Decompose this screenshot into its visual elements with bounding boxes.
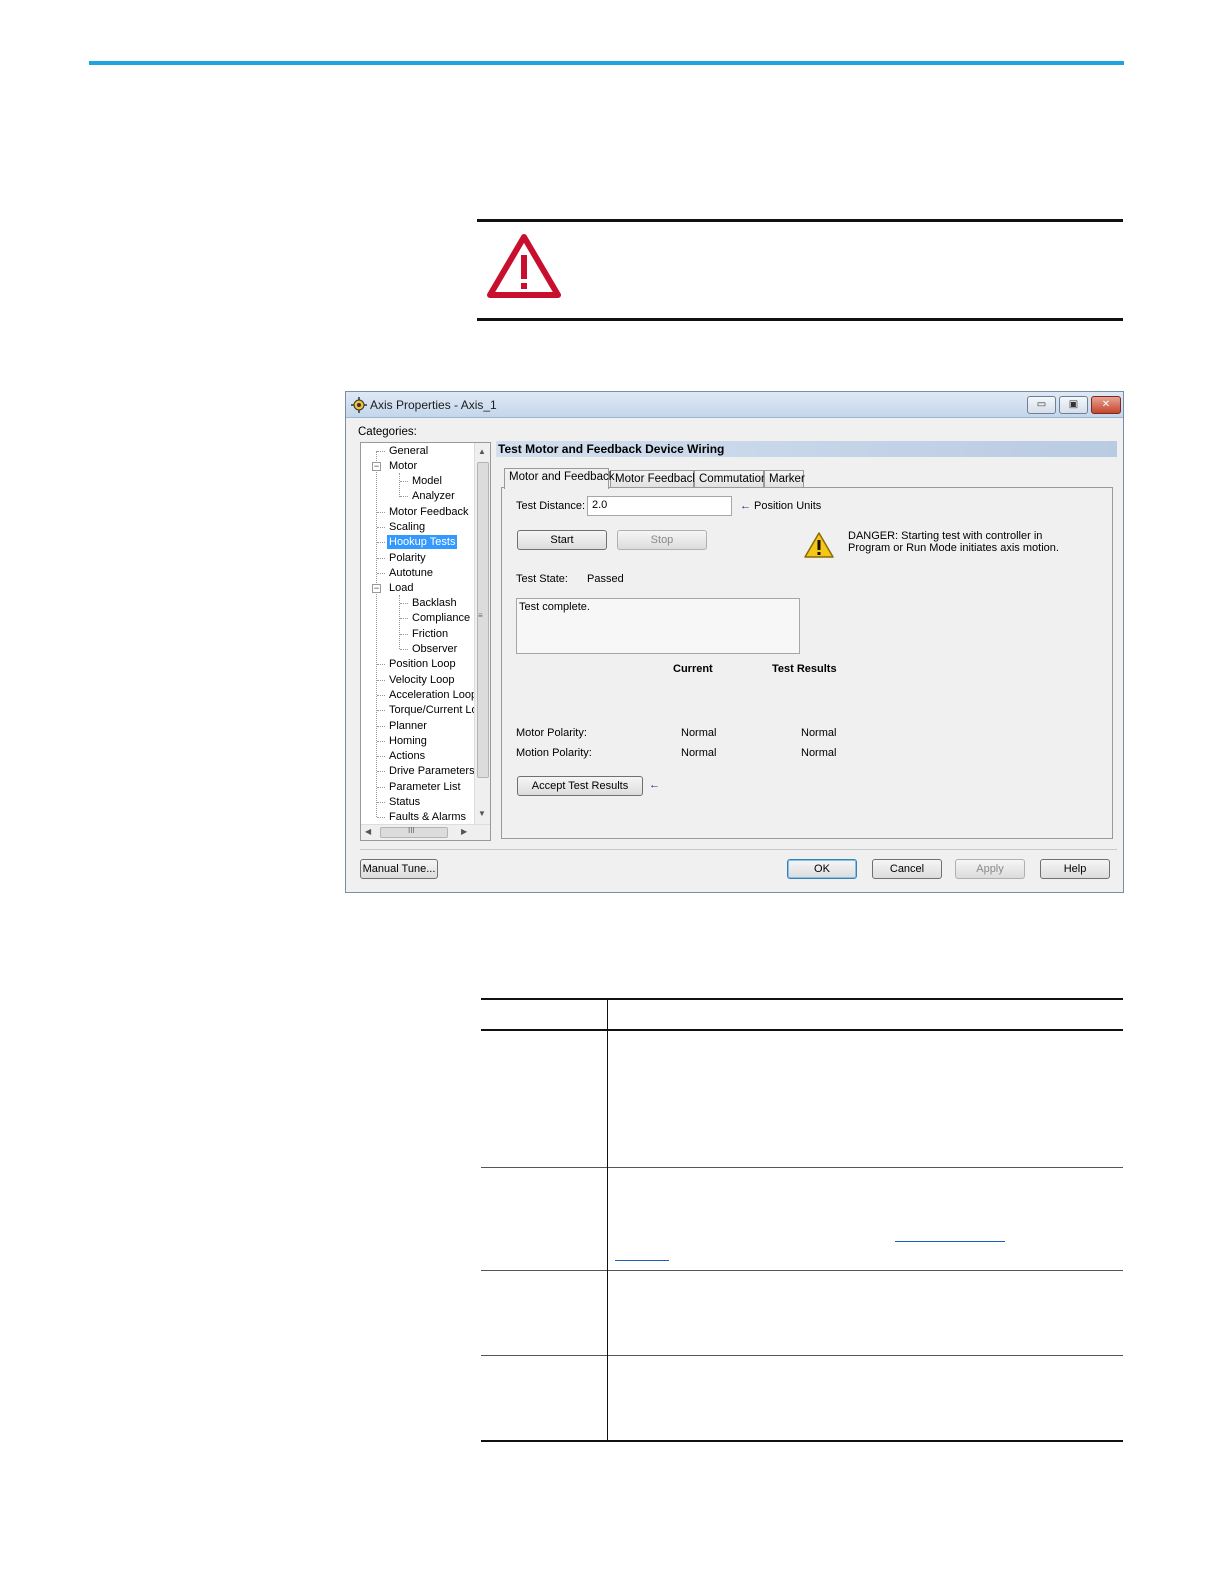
apply-button[interactable]: Apply [955,859,1025,879]
footer-separator [360,849,1117,850]
minimize-button[interactable]: ▭ [1027,396,1056,414]
tree-item-friction[interactable]: Friction [412,627,448,641]
tab-motor-and-feedback[interactable]: Motor and Feedback [504,468,614,489]
grip-icon: ≡ [478,611,483,620]
document-link-continued[interactable] [615,1260,669,1261]
attention-box [477,219,1123,321]
tree-item-position-loop[interactable]: Position Loop [389,657,456,671]
scroll-left-icon[interactable]: ◀ [365,827,371,836]
tree-vertical-scrollbar[interactable]: ▲ ≡ ▼ [474,443,490,825]
units-arrow-icon: ← [740,500,751,512]
axis-app-icon [351,397,367,413]
tree-item-status[interactable]: Status [389,795,420,809]
window-title: Axis Properties - Axis_1 [370,398,497,412]
tab-motor-feedback[interactable]: Motor Feedback [610,470,698,488]
current-column-header: Current [673,663,713,675]
categories-tree[interactable]: − − General Motor Model Analyzer Motor F… [360,442,491,841]
tree-horizontal-scrollbar[interactable]: ◀ III ▶ [361,824,490,840]
tree-item-analyzer[interactable]: Analyzer [412,489,455,503]
tree-item-autotune[interactable]: Autotune [389,566,433,580]
maximize-button[interactable]: ▣ [1059,396,1088,414]
axis-properties-dialog: Axis Properties - Axis_1 ▭ ▣ ✕ Categorie… [345,391,1124,893]
motor-expander[interactable]: − [372,462,381,471]
tree-item-faults-alarms[interactable]: Faults & Alarms [389,810,466,824]
title-bar: Axis Properties - Axis_1 ▭ ▣ ✕ [346,392,1123,418]
tree-item-backlash[interactable]: Backlash [412,596,457,610]
page-top-rule [89,61,1124,65]
danger-text-line2: Program or Run Mode initiates axis motio… [848,542,1059,554]
tree-item-scaling[interactable]: Scaling [389,520,425,534]
test-state-label: Test State: [516,573,568,585]
test-message-box[interactable]: Test complete. [516,598,800,654]
position-units-label: Position Units [754,500,822,512]
tree-item-actions[interactable]: Actions [389,749,425,763]
scroll-right-icon[interactable]: ▶ [461,827,467,836]
help-button[interactable]: Help [1040,859,1110,879]
tree-item-motor-feedback[interactable]: Motor Feedback [389,505,468,519]
ok-button[interactable]: OK [787,859,857,879]
motion-polarity-result: Normal [801,747,837,759]
motion-polarity-current: Normal [681,747,717,759]
start-button[interactable]: Start [517,530,607,550]
tree-item-homing[interactable]: Homing [389,734,427,748]
motor-polarity-result: Normal [801,727,837,739]
accept-test-results-button[interactable]: Accept Test Results [517,776,643,796]
motor-polarity-current: Normal [681,727,717,739]
tree-item-observer[interactable]: Observer [412,642,457,656]
close-button[interactable]: ✕ [1091,396,1121,414]
tree-item-model[interactable]: Model [412,474,442,488]
document-table [481,998,1123,1442]
test-distance-input[interactable]: 2.0 [587,496,732,516]
tab-marker[interactable]: Marker [764,470,805,488]
tree-item-parameter-list[interactable]: Parameter List [389,780,461,794]
motion-polarity-label: Motion Polarity: [516,747,592,759]
motor-polarity-label: Motor Polarity: [516,727,587,739]
tree-item-load[interactable]: Load [389,581,413,595]
tree-item-torque-current-loop[interactable]: Torque/Current Lo [389,703,478,717]
test-distance-label: Test Distance: [516,500,586,512]
tree-item-compliance[interactable]: Compliance [412,611,470,625]
accept-arrow-icon: ← [649,779,660,791]
danger-text-line1: DANGER: Starting test with controller in [848,530,1043,542]
test-results-column-header: Test Results [772,663,837,675]
categories-label: Categories: [358,426,417,438]
load-expander[interactable]: − [372,584,381,593]
section-title: Test Motor and Feedback Device Wiring [496,441,1117,457]
manual-tune-button[interactable]: Manual Tune... [360,859,438,879]
cancel-button[interactable]: Cancel [872,859,942,879]
tree-item-velocity-loop[interactable]: Velocity Loop [389,673,454,687]
hgrip-icon: III [408,826,415,835]
tree-item-motor[interactable]: Motor [389,459,417,473]
motor-and-feedback-panel: Test Distance: 2.0 ← Position Units Star… [501,487,1113,839]
test-state-value: Passed [587,573,624,585]
vertical-scroll-thumb[interactable] [477,462,489,778]
attention-warning-icon [487,234,561,298]
scroll-up-icon[interactable]: ▲ [478,447,486,456]
scroll-down-icon[interactable]: ▼ [478,809,486,818]
tab-commutation[interactable]: Commutation [694,470,767,488]
tree-item-planner[interactable]: Planner [389,719,427,733]
stop-button[interactable]: Stop [617,530,707,550]
tree-item-acceleration-loop[interactable]: Acceleration Loop [389,688,477,702]
danger-warning-icon [804,532,834,558]
document-link[interactable] [895,1241,1005,1242]
tree-item-drive-parameters[interactable]: Drive Parameters [389,764,475,778]
tree-item-general[interactable]: General [389,444,428,458]
tree-item-polarity[interactable]: Polarity [389,551,426,565]
tree-item-hookup-tests[interactable]: Hookup Tests [387,535,458,549]
